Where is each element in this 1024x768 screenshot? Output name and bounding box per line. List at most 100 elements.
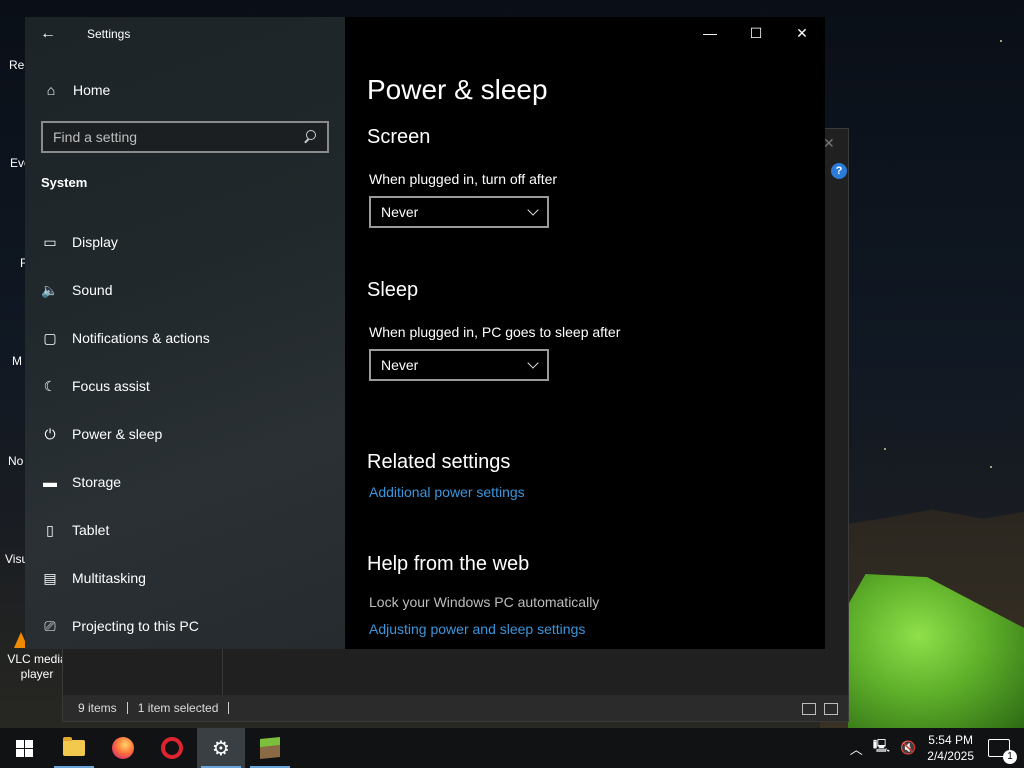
sidebar-item-label: Home: [73, 82, 111, 98]
sidebar-item-label: Storage: [72, 474, 122, 490]
sidebar-item-label: Sound: [72, 282, 113, 298]
settings-window: ← Settings ⌂ Home System ▭ Display 🔈 Sou…: [25, 17, 825, 649]
status-selected-count: 1 item selected: [137, 701, 219, 715]
title-bar: ← Settings: [25, 17, 345, 51]
taskbar-file-explorer[interactable]: [50, 728, 98, 768]
multitasking-icon: ▤: [43, 569, 57, 586]
desktop-icon-no[interactable]: No: [0, 454, 24, 468]
sidebar-item-notifications[interactable]: ▢ Notifications & actions: [25, 314, 345, 362]
desktop-icon-eve[interactable]: Eve: [0, 156, 31, 170]
desktop-icon-vlc-label[interactable]: VLC media player: [6, 652, 68, 682]
sidebar-item-storage[interactable]: ▬ Storage: [25, 458, 345, 506]
status-separator: [126, 702, 128, 714]
back-arrow-icon: ←: [40, 25, 56, 42]
storage-icon: ▬: [43, 474, 57, 490]
system-tray: ︿ 🖳 🔇 5:54 PM 2/4/2025 1: [845, 728, 1024, 768]
explorer-nav-pane: [63, 649, 223, 697]
settings-content: Power & sleep Screen When plugged in, tu…: [367, 17, 825, 649]
sound-icon: 🔈: [41, 281, 59, 298]
sidebar-item-label: Multitasking: [72, 570, 146, 586]
screen-timeout-label: When plugged in, turn off after: [369, 171, 558, 187]
moon-icon: ☾: [43, 377, 57, 394]
sidebar-item-sound[interactable]: 🔈 Sound: [25, 266, 345, 314]
wallpaper-star: [1000, 40, 1002, 42]
sidebar-item-power-sleep[interactable]: ⏻ Power & sleep: [25, 410, 345, 458]
firefox-icon: [112, 737, 134, 759]
taskbar-minecraft[interactable]: [246, 728, 294, 768]
status-separator: [228, 702, 230, 714]
action-center-button[interactable]: 1: [988, 739, 1017, 764]
screen-heading: Screen: [367, 126, 431, 148]
home-icon: ⌂: [46, 82, 56, 98]
sidebar-item-tablet[interactable]: ▯ Tablet: [25, 506, 345, 554]
taskbar-firefox[interactable]: [99, 728, 147, 768]
sleep-heading: Sleep: [367, 279, 419, 301]
opera-icon: [161, 737, 183, 759]
app-title: Settings: [87, 27, 131, 41]
desktop-icon-visu[interactable]: Visu: [0, 552, 28, 566]
help-icon[interactable]: ?: [831, 163, 847, 179]
volume-muted-icon[interactable]: 🔇: [900, 740, 916, 756]
windows-logo-icon: [15, 739, 33, 757]
sidebar-item-label: Power & sleep: [72, 426, 163, 442]
back-button[interactable]: ←: [25, 17, 71, 51]
search-input[interactable]: [53, 129, 303, 145]
network-icon[interactable]: 🖳: [873, 737, 890, 759]
search-box[interactable]: [41, 121, 329, 153]
sidebar-item-label: Projecting to this PC: [72, 618, 199, 634]
explorer-status-bar: 9 items 1 item selected: [63, 695, 848, 721]
chevron-down-icon: [527, 204, 539, 216]
help-text: Lock your Windows PC automatically: [369, 594, 600, 610]
taskbar: ⚙ ︿ 🖳 🔇 5:54 PM 2/4/2025 1: [0, 728, 1024, 768]
display-icon: ▭: [43, 233, 57, 250]
power-sleep-help-link[interactable]: Adjusting power and sleep settings: [369, 621, 585, 637]
screen-timeout-dropdown[interactable]: Never: [369, 196, 549, 228]
sidebar-item-multitasking[interactable]: ▤ Multitasking: [25, 554, 345, 602]
sidebar-item-home[interactable]: ⌂ Home: [25, 73, 345, 107]
chevron-up-icon[interactable]: ︿: [850, 739, 863, 758]
sidebar-item-display[interactable]: ▭ Display: [25, 218, 345, 266]
power-icon: ⏻: [44, 425, 56, 442]
taskbar-settings[interactable]: ⚙: [197, 728, 245, 768]
sleep-timeout-value: Never: [381, 357, 419, 373]
search-icon[interactable]: [303, 130, 317, 144]
chevron-down-icon: [527, 357, 539, 369]
sleep-timeout-dropdown[interactable]: Never: [369, 349, 549, 381]
large-icons-view-icon[interactable]: [824, 703, 838, 715]
minecraft-icon: [260, 736, 280, 760]
status-item-count: 9 items: [78, 701, 117, 715]
related-settings-heading: Related settings: [367, 451, 511, 473]
start-button[interactable]: [0, 728, 48, 768]
clock[interactable]: 5:54 PM 2/4/2025: [927, 732, 974, 764]
clock-time: 5:54 PM: [928, 733, 973, 747]
sidebar-item-label: Tablet: [72, 522, 110, 538]
additional-power-settings-link[interactable]: Additional power settings: [369, 484, 525, 500]
sleep-timeout-label: When plugged in, PC goes to sleep after: [369, 324, 621, 340]
gear-icon: ⚙: [212, 737, 230, 760]
desktop-icon-f[interactable]: F: [0, 256, 27, 270]
settings-sidebar: ← Settings ⌂ Home System ▭ Display 🔈 Sou…: [25, 17, 345, 649]
desktop-icon-m[interactable]: M: [0, 354, 24, 368]
sidebar-item-label: Notifications & actions: [72, 330, 210, 346]
sidebar-item-focus-assist[interactable]: ☾ Focus assist: [25, 362, 345, 410]
screen-timeout-value: Never: [381, 204, 419, 220]
section-title: System: [41, 175, 88, 190]
clock-date: 2/4/2025: [927, 749, 974, 763]
projecting-icon: ⎚: [44, 617, 56, 634]
notification-count-badge: 1: [1003, 750, 1017, 764]
sidebar-nav: ▭ Display 🔈 Sound ▢ Notifications & acti…: [25, 218, 345, 650]
help-web-heading: Help from the web: [367, 553, 530, 575]
desktop-icon-recycle[interactable]: Rec: [0, 58, 30, 72]
folder-icon: [63, 737, 85, 756]
view-toggle: [802, 703, 838, 715]
sidebar-item-projecting[interactable]: ⎚ Projecting to this PC: [25, 602, 345, 650]
notifications-icon: ▢: [43, 329, 57, 346]
wallpaper-star: [884, 448, 886, 450]
tablet-icon: ▯: [46, 521, 54, 538]
wallpaper-star: [990, 466, 992, 468]
sidebar-item-label: Focus assist: [72, 378, 150, 394]
sidebar-item-label: Display: [72, 234, 118, 250]
details-view-icon[interactable]: [802, 703, 816, 715]
taskbar-opera[interactable]: [148, 728, 196, 768]
page-title: Power & sleep: [367, 74, 548, 105]
